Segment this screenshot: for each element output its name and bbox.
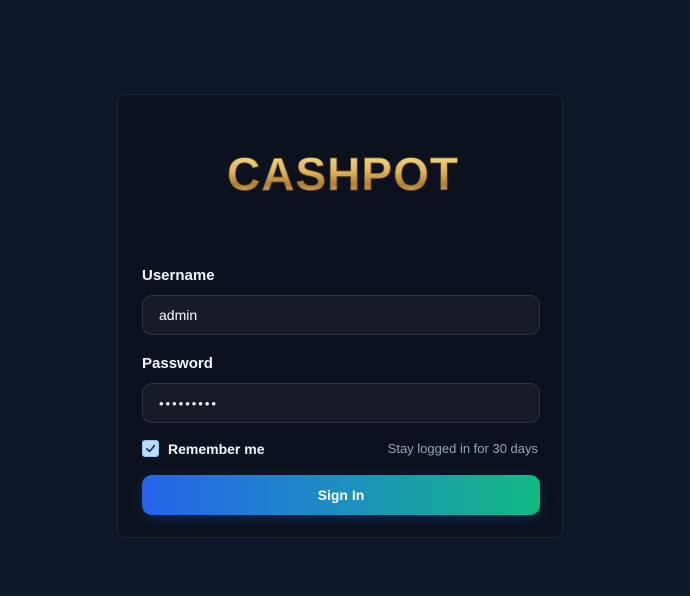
remember-hint: Stay logged in for 30 days [387, 441, 538, 456]
remember-me[interactable]: Remember me [142, 440, 265, 457]
checkmark-icon [145, 444, 156, 453]
username-label: Username [142, 267, 215, 284]
remember-label: Remember me [168, 440, 265, 457]
remember-checkbox[interactable] [142, 440, 159, 457]
login-card: CASHPOT Username Password Remember me St… [117, 94, 563, 538]
username-input[interactable] [142, 295, 540, 335]
password-input[interactable] [142, 383, 540, 423]
logo-text: CASHPOT [227, 148, 459, 200]
cashpot-logo: CASHPOT [227, 148, 459, 201]
password-label: Password [142, 355, 213, 372]
sign-in-button[interactable]: Sign In [142, 475, 540, 515]
